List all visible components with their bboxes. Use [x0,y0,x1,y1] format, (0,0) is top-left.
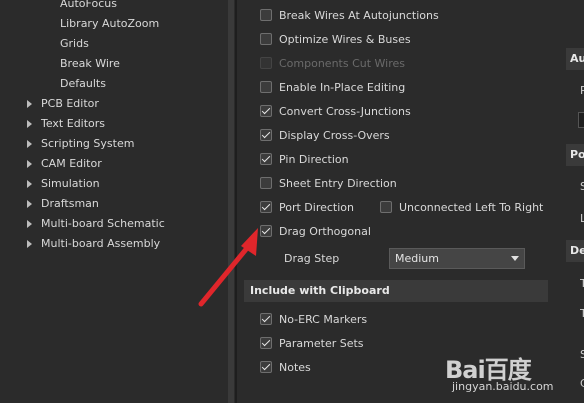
annotation-arrow-icon [198,228,258,307]
watermark-url: jingyan.baidu.com [452,380,554,393]
